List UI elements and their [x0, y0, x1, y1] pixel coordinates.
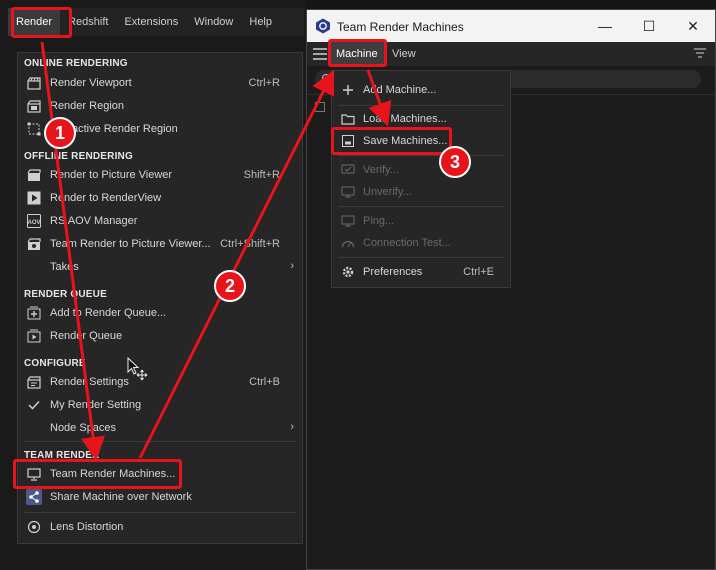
arrow-step-2 [138, 69, 335, 459]
step-badge-2: 2 [214, 270, 246, 302]
step-badge-3: 3 [439, 146, 471, 178]
arrow-step-3 [366, 69, 392, 127]
annotation-arrows [40, 41, 392, 461]
step-badge-1: 1 [44, 117, 76, 149]
arrow-step-1 [40, 41, 105, 461]
